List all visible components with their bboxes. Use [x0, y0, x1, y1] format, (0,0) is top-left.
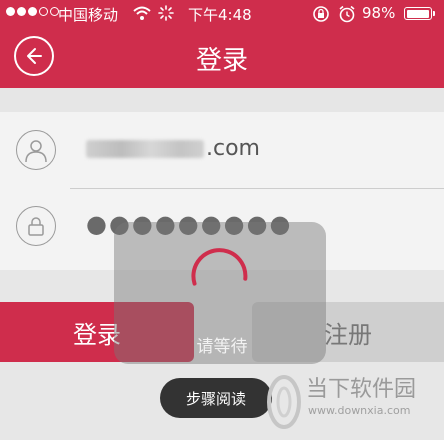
carrier-name: 中国移动 [58, 6, 119, 24]
field-divider [70, 188, 444, 189]
account-input[interactable] [86, 140, 204, 158]
loading-spinner-icon [191, 248, 248, 286]
signal-strength-icon [6, 7, 59, 16]
loading-text: 请等待 [196, 337, 248, 357]
wifi-icon [133, 6, 151, 20]
status-bar: 中国移动 下午4:48 98% [0, 0, 444, 28]
watermark-logo-icon [267, 375, 301, 429]
battery-icon [404, 7, 435, 20]
lock-icon [16, 206, 56, 246]
status-time: 下午4:48 [188, 6, 252, 24]
watermark-url: www.downxia.com [308, 404, 411, 417]
account-suffix: .com [206, 136, 260, 161]
activity-spinner-icon [158, 5, 174, 21]
rotation-lock-icon [313, 6, 329, 22]
alarm-icon [339, 5, 355, 23]
header-spacer [0, 88, 444, 112]
page-title: 登录 [195, 46, 248, 76]
watermark-title: 当下软件园 [306, 377, 417, 402]
battery-percentage: 98% [362, 4, 396, 22]
user-icon [16, 130, 56, 170]
step-reading-button[interactable]: 步骤阅读 [160, 378, 272, 418]
step-reading-label: 步骤阅读 [185, 389, 246, 408]
